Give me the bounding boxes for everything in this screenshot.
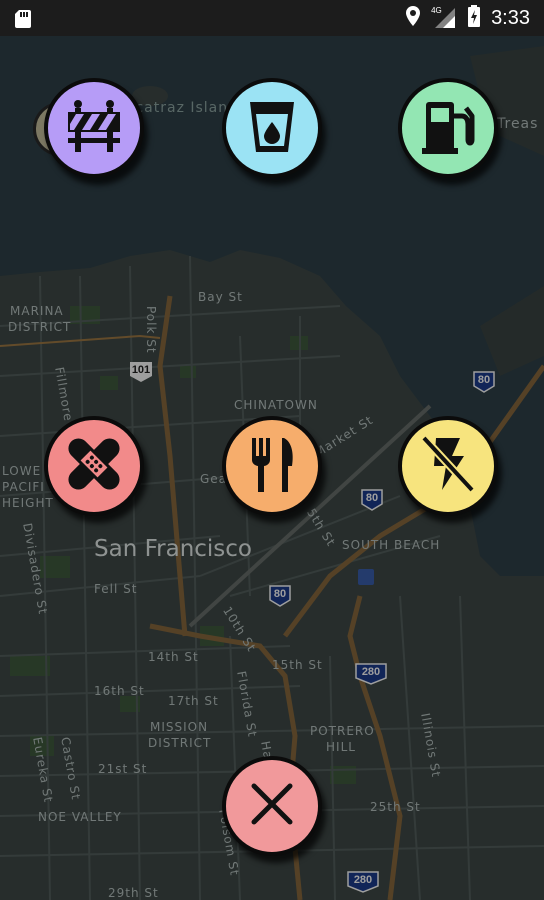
map-label-treasure: Treas <box>497 116 539 132</box>
map-label-21st: 21st St <box>98 762 148 776</box>
map-label-san-francisco: San Francisco <box>94 536 253 562</box>
map-label-25th: 25th St <box>370 800 421 814</box>
map-label-15th: 15th St <box>272 658 323 672</box>
map-label-bay: Bay St <box>198 290 243 304</box>
no-power-icon <box>416 432 480 500</box>
map-label-14th: 14th St <box>148 650 199 664</box>
map-label-fell: Fell St <box>94 582 138 596</box>
hwy-280-label-1: 280 <box>361 666 381 678</box>
map-label-heights: HEIGHT <box>2 496 54 510</box>
battery-charging-icon <box>467 4 481 32</box>
map-label-noe-valley: NOE VALLEY <box>38 810 122 824</box>
map-label-potrero: POTRERO <box>310 724 375 738</box>
close-button[interactable] <box>222 756 322 856</box>
clock: 3:33 <box>491 7 530 29</box>
map-label-16th: 16th St <box>94 684 145 698</box>
map-label-south-beach: SOUTH BEACH <box>342 538 441 552</box>
first-aid-button[interactable] <box>44 416 144 516</box>
map-label-hill: HILL <box>326 740 356 754</box>
hwy-101-label: 101 <box>131 364 151 376</box>
map-label-marina: MARINA <box>10 304 64 318</box>
map-label-17th: 17th St <box>168 694 219 708</box>
hwy-80-label-3: 80 <box>273 588 287 600</box>
map-label-mission-district: DISTRICT <box>148 736 212 750</box>
map-label-lower: LOWE <box>2 464 42 478</box>
fork-knife-icon <box>240 432 304 500</box>
bandage-icon <box>62 432 126 500</box>
hwy-280-label-2: 280 <box>353 874 373 886</box>
map-label-chinatown: CHINATOWN <box>234 398 318 412</box>
fuel-button[interactable] <box>398 78 498 178</box>
network-type-label: 4G <box>431 6 442 15</box>
map-label-mission: MISSION <box>150 720 209 734</box>
map-label-polk: Polk St <box>144 306 158 354</box>
hwy-80-label-1: 80 <box>477 374 491 386</box>
location-icon <box>405 5 421 31</box>
map-label-pacific: PACIFI <box>2 480 45 494</box>
status-icons: 4G 3:33 <box>405 4 530 32</box>
power-outage-button[interactable] <box>398 416 498 516</box>
fuel-pump-icon <box>416 94 480 162</box>
food-button[interactable] <box>222 416 322 516</box>
map-label-marina-district: DISTRICT <box>8 320 72 334</box>
roadblock-icon <box>62 94 126 162</box>
hwy-80-label-2: 80 <box>365 492 379 504</box>
status-bar: 4G 3:33 <box>0 0 544 36</box>
close-icon <box>240 772 304 840</box>
water-button[interactable] <box>222 78 322 178</box>
screen: 4G 3:33 Alcatraz Island Treas MARINA DIS… <box>0 0 544 900</box>
water-glass-icon <box>240 94 304 162</box>
signal-icon: 4G <box>431 6 457 30</box>
sd-card-icon <box>12 8 34 30</box>
map-label-29th: 29th St <box>108 886 159 900</box>
roadblock-button[interactable] <box>44 78 144 178</box>
